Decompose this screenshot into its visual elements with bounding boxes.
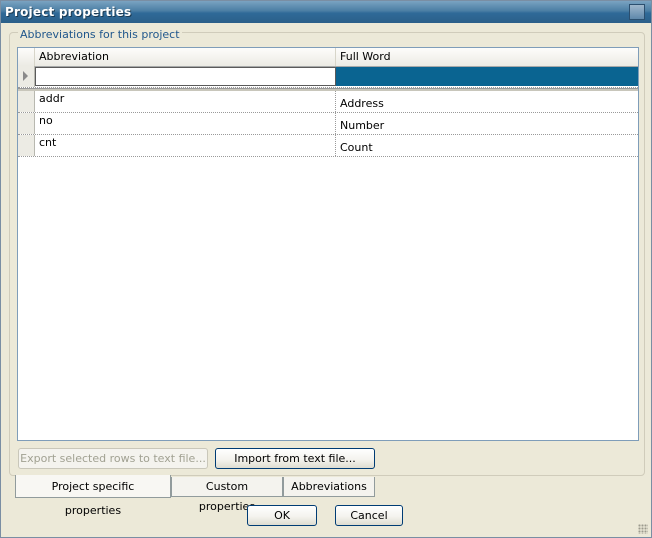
abbreviation-cell[interactable]: no bbox=[35, 113, 336, 134]
new-row[interactable] bbox=[18, 66, 638, 88]
row-header[interactable] bbox=[18, 113, 35, 134]
title-bar[interactable]: Project properties bbox=[1, 1, 651, 23]
close-button[interactable] bbox=[629, 4, 645, 20]
row-header[interactable] bbox=[18, 66, 35, 87]
abbreviations-grid[interactable]: Abbreviation Full Word addr Address no N… bbox=[17, 47, 639, 441]
groupbox-legend: Abbreviations for this project bbox=[18, 28, 182, 41]
full-word-cell[interactable]: Number bbox=[336, 113, 638, 134]
ok-button[interactable]: OK bbox=[247, 505, 317, 526]
grid-header: Abbreviation Full Word bbox=[18, 48, 638, 67]
export-rows-button[interactable]: Export selected rows to text file... bbox=[18, 448, 208, 469]
table-row[interactable]: cnt Count bbox=[18, 135, 638, 157]
row-header[interactable] bbox=[18, 91, 35, 112]
column-header-full-word[interactable]: Full Word bbox=[336, 48, 638, 66]
full-word-cell[interactable]: Count bbox=[336, 135, 638, 156]
tab-abbreviations[interactable]: Abbreviations bbox=[283, 477, 375, 497]
table-row[interactable]: addr Address bbox=[18, 91, 638, 113]
tab-project-specific-properties[interactable]: Project specific properties bbox=[15, 475, 171, 517]
abbreviation-cell[interactable]: addr bbox=[35, 91, 336, 112]
row-header[interactable] bbox=[18, 135, 35, 156]
window-title: Project properties bbox=[5, 5, 132, 19]
full-word-cell[interactable]: Address bbox=[336, 91, 638, 112]
tab-custom-properties[interactable]: Custom properties bbox=[171, 477, 283, 513]
current-row-arrow-icon bbox=[23, 71, 28, 81]
dialog-body: Abbreviations for this project Abbreviat… bbox=[1, 23, 651, 537]
import-from-file-button[interactable]: Import from text file... bbox=[215, 448, 375, 469]
header-corner bbox=[18, 48, 35, 66]
table-row[interactable]: no Number bbox=[18, 113, 638, 135]
abbreviation-cell[interactable]: cnt bbox=[35, 135, 336, 156]
new-row-abbreviation-cell[interactable] bbox=[35, 67, 336, 86]
tab-strip: Project specific properties Custom prope… bbox=[9, 475, 645, 517]
project-properties-window: Project properties Abbreviations for thi… bbox=[0, 0, 652, 538]
new-row-full-word-cell[interactable] bbox=[336, 67, 638, 86]
resize-grip-icon[interactable] bbox=[638, 524, 648, 534]
cancel-button[interactable]: Cancel bbox=[335, 505, 403, 526]
column-header-abbreviation[interactable]: Abbreviation bbox=[35, 48, 336, 66]
